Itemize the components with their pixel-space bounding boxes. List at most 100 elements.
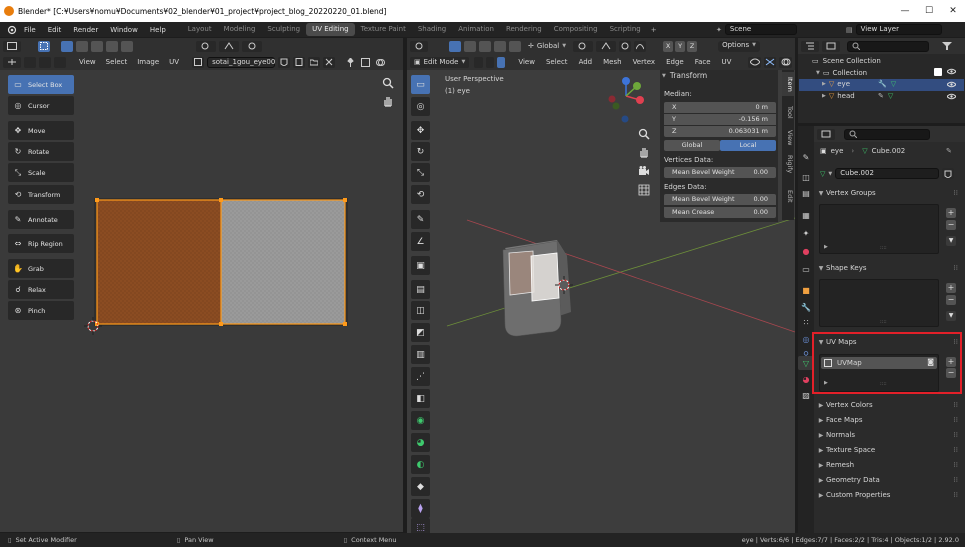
head-visibility-icon[interactable]	[947, 93, 956, 100]
view-layer-selector[interactable]: ▤ View Layer	[846, 24, 942, 35]
eye-expand-icon[interactable]: ▶	[822, 81, 826, 87]
shape-keys-resize-icon[interactable]: ::::	[880, 319, 887, 325]
viewport-falloff-icon[interactable]	[634, 40, 647, 52]
viewport-select-invert-icon[interactable]	[494, 40, 506, 52]
pin-icon[interactable]	[344, 57, 356, 68]
tab-scripting[interactable]: Scripting	[604, 23, 647, 36]
viewport-tool-transform[interactable]: ⟲	[411, 185, 430, 204]
sidebar-tab-view[interactable]: View	[782, 126, 794, 150]
overlays-icon[interactable]	[374, 57, 386, 68]
vertex-groups-expand-icon[interactable]: ▶	[824, 244, 828, 250]
transform-orientation-dropdown[interactable]: ✛ Global ▼	[528, 42, 566, 50]
gizmo-x-icon[interactable]	[636, 96, 644, 104]
median-y-field[interactable]: Y -0.156 m	[664, 114, 776, 125]
select-box-mode-icon[interactable]	[38, 40, 50, 52]
viewport-pan-icon[interactable]	[638, 146, 650, 158]
outliner-item-head[interactable]: ▶ ▽ head	[822, 92, 855, 100]
mirror-x-toggle[interactable]: X	[663, 40, 674, 52]
unlink-image-icon[interactable]	[323, 56, 336, 68]
viewport-overlay-icon[interactable]	[779, 56, 792, 68]
mirror-y-toggle[interactable]: Y	[675, 40, 686, 52]
image-display-icon[interactable]	[359, 57, 371, 68]
vertex-group-add-button[interactable]: +	[946, 208, 956, 218]
menu-render[interactable]: Render	[67, 26, 104, 34]
remesh-drag-icon[interactable]: ⁞⁞	[954, 461, 958, 469]
viewport-tool-add-cube[interactable]: ▣	[411, 256, 430, 275]
viewport-gizmo-icon[interactable]	[763, 56, 777, 68]
properties-pin-icon[interactable]: ✎	[946, 147, 952, 155]
scene-selector[interactable]: ✦ Scene	[716, 24, 797, 35]
viewport-tool-scale[interactable]: ⤡	[411, 163, 430, 182]
vertex-group-menu-button[interactable]: ▼	[946, 236, 956, 246]
vertex-colors-drag-icon[interactable]: ⁞⁞	[954, 401, 958, 409]
gizmo-z-icon[interactable]	[622, 77, 630, 85]
shape-key-add-button[interactable]: +	[946, 283, 956, 293]
viewport-tool-smooth[interactable]: ◕	[411, 433, 430, 452]
mesh-data-selector[interactable]: ▽ ▼ Cube.002	[820, 168, 955, 179]
viewport-tool-shrink-fatten[interactable]: ◆	[411, 477, 430, 496]
scene-field[interactable]: Scene	[724, 24, 797, 35]
viewport-tool-bevel[interactable]: ◩	[411, 323, 430, 342]
close-window-button[interactable]: ✕	[941, 6, 965, 16]
global-toggle[interactable]: Global	[664, 140, 720, 151]
tab-compositing[interactable]: Compositing	[548, 23, 604, 36]
collection-checkbox[interactable]	[934, 68, 942, 76]
uv-face[interactable]	[221, 200, 345, 324]
uv-face-selected[interactable]	[97, 200, 221, 324]
properties-search-input[interactable]	[844, 128, 930, 140]
viewport-menu-vertex[interactable]: Vertex	[633, 58, 656, 66]
sidebar-tab-edit[interactable]: Edit	[782, 184, 794, 208]
outliner-scene-collection[interactable]: ▭ Scene Collection	[812, 57, 881, 65]
viewport-menu-mesh[interactable]: Mesh	[603, 58, 621, 66]
minimize-button[interactable]: —	[893, 6, 917, 16]
viewport-proportional-icon[interactable]	[619, 40, 632, 52]
properties-tab-render[interactable]: ◫	[798, 170, 814, 184]
normals-drag-icon[interactable]: ⁞⁞	[954, 431, 958, 439]
image-browse-icon[interactable]	[192, 56, 205, 68]
viewport-zoom-icon[interactable]	[638, 128, 650, 140]
properties-editor-type-icon[interactable]	[817, 128, 835, 140]
tab-layout[interactable]: Layout	[182, 23, 218, 36]
display-mode-icon[interactable]	[822, 40, 840, 52]
viewport-tool-move[interactable]: ✥	[411, 121, 430, 140]
sidebar-tab-tool[interactable]: Tool	[782, 100, 794, 124]
open-image-icon[interactable]	[308, 56, 321, 68]
properties-tab-scene[interactable]: ✦	[798, 226, 814, 240]
geometry-data-drag-icon[interactable]: ⁞⁞	[954, 476, 958, 484]
mesh-browse-icon[interactable]: ▽	[820, 170, 825, 178]
uv-menu-view[interactable]: View	[79, 58, 96, 66]
properties-tab-view-layer[interactable]: ▦	[798, 208, 814, 222]
shape-keys-section-header[interactable]: ▼ Shape Keys ⁞⁞	[816, 261, 960, 275]
maximize-button[interactable]: ☐	[917, 6, 941, 16]
face-select-icon[interactable]	[497, 56, 506, 68]
viewport-select-extend-icon[interactable]	[464, 40, 476, 52]
viewport-tool-cursor[interactable]: ◎	[411, 97, 430, 116]
viewport-tool-loop-cut[interactable]: ▥	[411, 345, 430, 364]
eye-visibility-icon[interactable]	[947, 81, 956, 88]
viewport-editor-type-icon[interactable]	[410, 40, 428, 52]
vertex-bevel-weight-field[interactable]: Mean Bevel Weight 0.00	[664, 167, 776, 178]
select-invert-icon[interactable]	[106, 40, 118, 52]
cube-selected-face-left[interactable]	[508, 250, 535, 296]
local-toggle[interactable]: Local	[720, 140, 776, 151]
tab-modeling[interactable]: Modeling	[218, 23, 262, 36]
viewport-tool-edge-slide[interactable]: ◐	[411, 455, 430, 474]
menu-window[interactable]: Window	[104, 26, 144, 34]
viewport-tool-select-box[interactable]: ▭	[411, 75, 430, 94]
vertex-groups-list[interactable]	[819, 204, 939, 254]
viewport-tool-poly-build[interactable]: ◧	[411, 389, 430, 408]
perspective-toggle-icon[interactable]	[638, 184, 650, 196]
vertex-select-icon[interactable]	[474, 56, 483, 68]
navigation-gizmo[interactable]	[604, 74, 654, 124]
custom-properties-drag-icon[interactable]: ⁞⁞	[954, 491, 958, 499]
viewport-tool-spin[interactable]: ◉	[411, 411, 430, 430]
uv-menu-uv[interactable]: UV	[169, 58, 179, 66]
select-intersect-icon[interactable]	[121, 40, 133, 52]
snapping-icon[interactable]	[219, 40, 239, 52]
uv-vertex-mode-icon[interactable]	[24, 56, 36, 68]
menu-file[interactable]: File	[18, 26, 42, 34]
viewport-tool-extrude-region[interactable]: ▤	[411, 280, 430, 299]
tab-uv-editing[interactable]: UV Editing	[306, 23, 355, 36]
uv-menu-select[interactable]: Select	[106, 58, 128, 66]
cube-selected-face-right[interactable]	[530, 252, 560, 302]
